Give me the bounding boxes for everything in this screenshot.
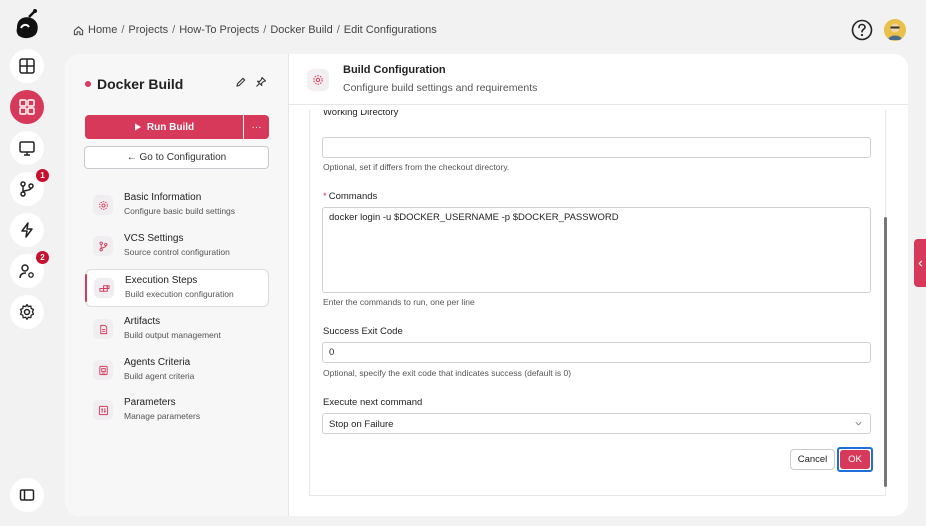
success-exit-code-label: Success Exit Code	[323, 326, 403, 337]
rail-vcs-button[interactable]: 1	[10, 169, 49, 206]
project-title: Docker Build	[97, 76, 184, 92]
nav-item-vcs-settings[interactable]: VCS Settings Source control configuratio…	[85, 228, 269, 266]
avatar[interactable]	[884, 19, 906, 41]
side-panel-toggle[interactable]	[914, 239, 926, 287]
sidebar-toggle-icon	[19, 489, 35, 501]
status-dot	[85, 81, 91, 87]
agents-badge: 2	[36, 251, 49, 264]
play-icon	[134, 123, 141, 131]
steps-icon	[98, 284, 110, 292]
pin-icon[interactable]	[255, 76, 267, 88]
home-icon[interactable]	[73, 25, 84, 36]
pencil-icon[interactable]	[235, 76, 247, 88]
rail-collapse-button[interactable]	[10, 478, 44, 512]
run-build-button[interactable]: Run Build	[85, 115, 243, 139]
commands-hint: Enter the commands to run, one per line	[323, 297, 475, 307]
success-exit-code-hint: Optional, specify the exit code that ind…	[323, 368, 572, 378]
nav-item-basic-information[interactable]: Basic Information Configure basic build …	[85, 187, 269, 225]
run-options-button[interactable]: ···	[244, 115, 269, 139]
working-directory-hint: Optional, set if differs from the checko…	[323, 162, 510, 172]
execute-next-command-label: Execute next command	[323, 397, 423, 408]
parameters-icon	[98, 405, 108, 415]
app-logo-icon[interactable]	[11, 8, 43, 42]
working-directory-input[interactable]	[322, 137, 871, 158]
monitor-icon	[19, 141, 35, 156]
left-rail: 1 2	[0, 0, 54, 526]
lightning-icon	[21, 222, 33, 238]
gear-icon	[19, 303, 35, 320]
breadcrumb-projects[interactable]: Projects	[128, 24, 168, 36]
working-directory-label: Working Directory	[323, 110, 399, 118]
rail-actions-button[interactable]	[10, 213, 44, 247]
vcs-badge: 1	[36, 169, 49, 182]
breadcrumb-home[interactable]: Home	[88, 24, 117, 36]
artifact-icon	[99, 324, 107, 334]
ok-button[interactable]: OK	[837, 447, 873, 472]
success-exit-code-input[interactable]	[322, 342, 871, 363]
branch-icon	[99, 241, 107, 251]
user-avatar-icon	[884, 19, 906, 41]
main-card: Docker Build Run Build ··· ← Go to Confi…	[65, 54, 908, 516]
breadcrumb: Home / Projects / How-To Projects / Dock…	[73, 24, 437, 36]
chevron-left-icon	[917, 260, 922, 266]
nav-item-execution-steps[interactable]: Execution Steps Build execution configur…	[85, 269, 269, 307]
nav-item-parameters[interactable]: Parameters Manage parameters	[85, 392, 269, 430]
chevron-down-icon	[855, 421, 862, 426]
rail-projects-button[interactable]	[10, 90, 44, 124]
config-nav: Docker Build Run Build ··· ← Go to Confi…	[65, 54, 289, 516]
gear-icon	[313, 75, 323, 85]
rail-dashboard-button[interactable]	[10, 49, 44, 83]
execute-next-command-select[interactable]: Stop on Failure	[322, 413, 871, 434]
breadcrumb-howto[interactable]: How-To Projects	[179, 24, 259, 36]
commands-textarea[interactable]: docker login -u $DOCKER_USERNAME -p $DOC…	[322, 207, 871, 293]
nav-item-agents-criteria[interactable]: Agents Criteria Build agent criteria	[85, 352, 269, 390]
user-gear-icon	[19, 264, 34, 279]
nav-item-artifacts[interactable]: Artifacts Build output management	[85, 311, 269, 349]
branch-icon	[20, 181, 34, 197]
rail-settings-button[interactable]	[10, 295, 44, 329]
form-scrollbar[interactable]	[884, 217, 887, 487]
commands-label: * Commands	[323, 191, 378, 202]
go-to-configuration-button[interactable]: ← Go to Configuration	[84, 146, 269, 169]
cancel-button[interactable]: Cancel	[790, 449, 835, 470]
content-header: Build Configuration Configure build sett…	[289, 54, 908, 105]
agent-icon	[98, 365, 108, 375]
rail-monitor-button[interactable]	[10, 131, 44, 165]
breadcrumb-current: Edit Configurations	[343, 24, 437, 36]
page-title: Build Configuration	[343, 64, 446, 76]
page-subtitle: Configure build settings and requirement…	[343, 82, 538, 94]
help-icon[interactable]	[851, 19, 873, 41]
grid-icon	[19, 99, 35, 115]
layout-icon	[19, 58, 35, 74]
breadcrumb-docker-build[interactable]: Docker Build	[270, 24, 332, 36]
gear-icon	[98, 200, 108, 210]
rail-agents-button[interactable]: 2	[10, 251, 49, 288]
step-form: Working Directory Optional, set if diffe…	[309, 110, 886, 496]
